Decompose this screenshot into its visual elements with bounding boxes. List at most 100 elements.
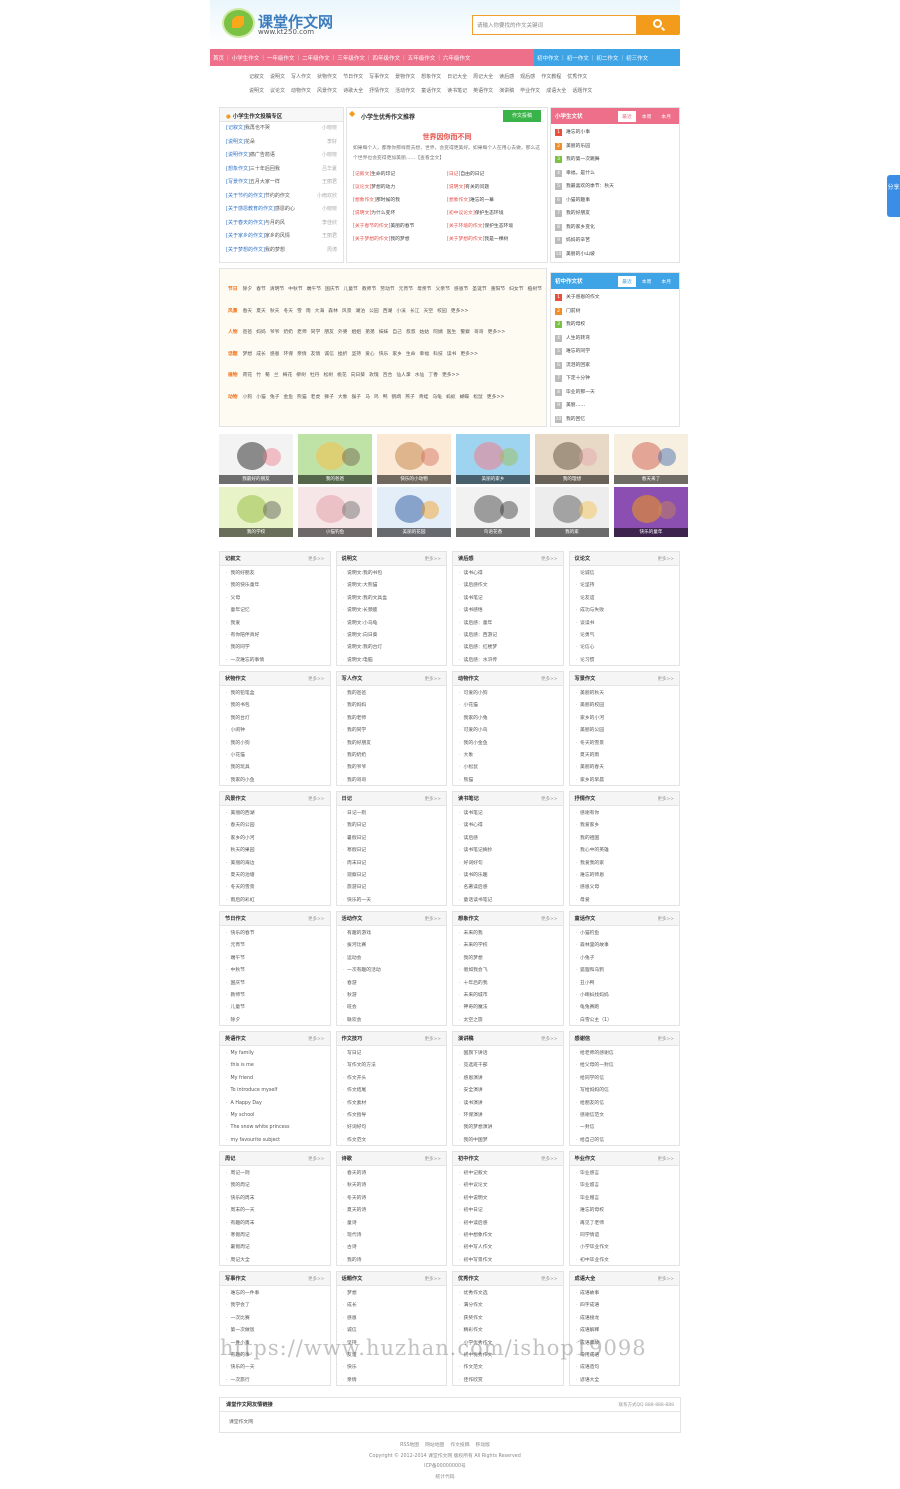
topic-link[interactable]: 柳树 <box>296 373 306 378</box>
rank-item[interactable]: 3 我的第一次跳舞 <box>555 153 675 167</box>
topic-link[interactable]: 同学 <box>311 330 321 335</box>
category-title[interactable]: 日记 <box>342 796 352 802</box>
more-link[interactable]: 更多>> <box>541 916 558 922</box>
category-list-item[interactable]: 成语接龙 <box>576 1313 674 1325</box>
gallery-caption[interactable]: 我的学校 <box>219 528 293 537</box>
topic-link[interactable]: 生命 <box>406 352 416 357</box>
topic-link[interactable]: 叔叔 <box>406 330 416 335</box>
item-title[interactable]: 与月的风 <box>265 220 285 226</box>
topic-link[interactable]: 外婆 <box>338 330 348 335</box>
category-list-item[interactable]: 运动会 <box>343 953 441 965</box>
topic-link[interactable]: 蝴蝶 <box>460 395 470 400</box>
topic-label[interactable]: 动物 <box>228 395 238 400</box>
rank-title[interactable]: 我的第一次跳舞 <box>566 157 600 162</box>
category-list-item[interactable]: 中秋节 <box>226 965 324 977</box>
topic-link[interactable]: 兔子 <box>270 395 280 400</box>
nav-item[interactable]: 一年级作文 <box>264 54 298 62</box>
category-list-item[interactable]: 论习惯 <box>576 655 674 665</box>
category-list-item[interactable]: 观察日记 <box>343 870 441 882</box>
item-title[interactable]: 自由的日记 <box>460 172 484 177</box>
item-title[interactable]: 花朵 <box>245 139 255 145</box>
category-list-item[interactable]: 读后感作文 <box>459 580 557 592</box>
category-list-item[interactable]: 有趣的游戏 <box>343 928 441 940</box>
topic-link[interactable]: 竹 <box>256 373 261 378</box>
sub-nav-link[interactable]: 节日作文 <box>343 74 363 80</box>
item-title[interactable]: 五月大家一样 <box>250 179 280 185</box>
category-list-item[interactable]: 一次难忘的事情 <box>226 655 324 665</box>
topic-link[interactable]: 父亲节 <box>435 287 449 292</box>
more-link[interactable]: 更多>> <box>424 1036 441 1042</box>
more-link[interactable]: 更多>> <box>308 556 325 562</box>
category-list-item[interactable]: 我的铅笔盒 <box>226 688 324 700</box>
category-list-item[interactable]: 神奇的魔法 <box>459 1002 557 1014</box>
tab-recent[interactable]: 最近 <box>618 275 636 287</box>
category-list-item[interactable]: 寒假周记 <box>226 1230 324 1242</box>
category-list-item[interactable]: A Happy Day <box>226 1098 324 1110</box>
category-list-item[interactable]: 作文指导 <box>343 1110 441 1122</box>
topic-label[interactable]: 风景 <box>228 309 238 314</box>
sub-nav-link[interactable]: 动物作文 <box>291 88 311 94</box>
footer-link[interactable]: 移动版 <box>476 1443 490 1448</box>
rank-item[interactable]: 6 小猫的趣事 <box>555 194 675 208</box>
item-tag[interactable]: [记叙文] <box>353 172 371 177</box>
more-link[interactable]: 更多>> <box>308 1156 325 1162</box>
nav-item[interactable]: 初一作文 <box>564 54 592 62</box>
featured-headline[interactable]: 世界因你而不同 <box>347 132 547 142</box>
topic-link[interactable]: 小猫 <box>256 395 266 400</box>
item-title[interactable]: 节约的作文 <box>265 193 290 199</box>
category-title[interactable]: 动物作文 <box>458 676 479 682</box>
category-list-item[interactable]: 初中写景作文 <box>459 1255 557 1265</box>
category-list-item[interactable]: 论坚持 <box>576 580 674 592</box>
topic-link[interactable]: 医生 <box>447 330 457 335</box>
category-list-item[interactable]: 我的好朋友 <box>226 568 324 580</box>
submission-item[interactable]: [说明文]花朵 李好 <box>220 136 343 150</box>
rank-title[interactable]: 毕业的那一天 <box>566 390 595 395</box>
item-tag[interactable]: [关于梦想的作文] <box>353 237 390 242</box>
category-list-item[interactable]: 安全演讲 <box>459 1085 557 1097</box>
category-title[interactable]: 写景作文 <box>575 676 596 682</box>
category-title[interactable]: 感谢信 <box>575 1036 591 1042</box>
item-title[interactable]: 我是一棵树 <box>484 237 508 242</box>
item-title[interactable]: 保护生态环境 <box>484 224 513 229</box>
category-list-item[interactable]: 感恩演讲 <box>459 1073 557 1085</box>
category-title[interactable]: 写事作文 <box>225 1276 246 1282</box>
category-list-item[interactable]: 我家的小鱼 <box>226 775 324 785</box>
rank-title[interactable]: 幸福，是什么 <box>566 171 595 176</box>
sub-nav-link[interactable]: 成语大全 <box>546 88 566 94</box>
category-list-item[interactable]: 优秀作文选 <box>459 1288 557 1300</box>
item-tag[interactable]: [想象作文] <box>447 198 470 203</box>
category-list-item[interactable]: 美丽的秋天 <box>576 688 674 700</box>
item-title[interactable]: 有关的问题 <box>465 185 489 190</box>
sub-nav-link[interactable]: 作文教程 <box>541 74 561 80</box>
category-list-item[interactable]: 美丽的校园 <box>576 700 674 712</box>
nav-item[interactable]: 五年级作文 <box>405 54 439 62</box>
topic-link[interactable]: 妹妹 <box>379 330 389 335</box>
gallery-item[interactable]: 快乐的小动物 <box>377 434 451 484</box>
category-list-item[interactable]: 初中写人作文 <box>459 1242 557 1254</box>
more-link[interactable]: 更多>> <box>657 796 674 802</box>
rank-title[interactable]: 关于感恩的作文 <box>566 295 600 300</box>
rank-item[interactable]: 8 我的家乡变化 <box>555 221 675 235</box>
topic-link[interactable]: 天空 <box>424 309 434 314</box>
item-tag[interactable]: [关于梦想的作文] <box>226 247 265 253</box>
topic-link[interactable]: 成长 <box>256 352 266 357</box>
topic-link[interactable]: 熊猫 <box>297 395 307 400</box>
submission-item[interactable]: [想象作文]三十年后回我 吕华夏 <box>220 163 343 177</box>
sub-nav-link[interactable]: 优秀作文 <box>567 74 587 80</box>
topic-link[interactable]: 狮子 <box>324 395 334 400</box>
rank-item[interactable]: 7 下定十分钟 <box>555 372 675 386</box>
category-title[interactable]: 读书笔记 <box>458 796 479 802</box>
category-list-item[interactable]: 美丽的公园 <box>576 725 674 737</box>
rank-item[interactable]: 2 门前树 <box>555 305 675 319</box>
item-tag[interactable]: [关于环境的作文] <box>447 224 484 229</box>
more-link[interactable]: 更多>> <box>424 1276 441 1282</box>
topic-link[interactable]: 劳动节 <box>380 287 394 292</box>
category-list-item[interactable]: 快乐的周末 <box>226 1193 324 1205</box>
category-list-item[interactable]: 小学毕业作文 <box>576 1242 674 1254</box>
category-list-item[interactable]: The snow white princess <box>226 1122 324 1134</box>
category-list-item[interactable]: 同学情谊 <box>576 1230 674 1242</box>
category-list-item[interactable]: 我的玩具 <box>226 762 324 774</box>
category-title[interactable]: 童话作文 <box>575 916 596 922</box>
category-list-item[interactable]: 初中议论文 <box>459 1180 557 1192</box>
topic-link[interactable]: 奶奶 <box>283 330 293 335</box>
